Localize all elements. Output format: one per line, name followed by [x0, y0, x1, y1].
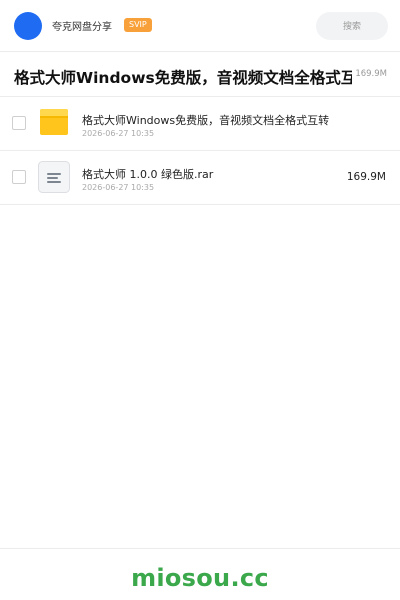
folder-icon — [38, 107, 70, 139]
share-title: 格式大师Windows免费版，音视频文档全格式互转 — [14, 69, 352, 87]
top-bar: 夸克网盘分享 SVIP 搜索 — [0, 0, 400, 52]
brand-watermark: miosou.cc — [131, 564, 269, 592]
share-total-size: 169.9M — [355, 69, 387, 79]
file-size: 169.9M — [346, 171, 386, 183]
svip-badge: SVIP — [124, 18, 152, 32]
footer-divider — [0, 548, 400, 549]
file-name[interactable]: 格式大师 1.0.0 绿色版.rar — [82, 166, 213, 182]
share-title-row: 格式大师Windows免费版，音视频文档全格式互转 169.9M — [0, 53, 400, 97]
file-checkbox[interactable] — [12, 170, 26, 184]
search-label: 搜索 — [342, 21, 361, 31]
file-name[interactable]: 格式大师Windows免费版，音视频文档全格式互转 — [82, 112, 329, 128]
file-row[interactable]: 格式大师Windows免费版，音视频文档全格式互转 2026-06-27 10:… — [0, 97, 400, 151]
search-button[interactable]: 搜索 — [316, 12, 388, 40]
file-checkbox[interactable] — [12, 116, 26, 130]
file-row[interactable]: 格式大师 1.0.0 绿色版.rar 2026-06-27 10:35 169.… — [0, 151, 400, 205]
file-date: 2026-06-27 10:35 — [82, 183, 155, 192]
archive-file-icon — [38, 161, 70, 193]
username: 夸克网盘分享 — [52, 22, 112, 33]
avatar[interactable] — [14, 12, 42, 40]
file-date: 2026-06-27 10:35 — [82, 129, 155, 138]
